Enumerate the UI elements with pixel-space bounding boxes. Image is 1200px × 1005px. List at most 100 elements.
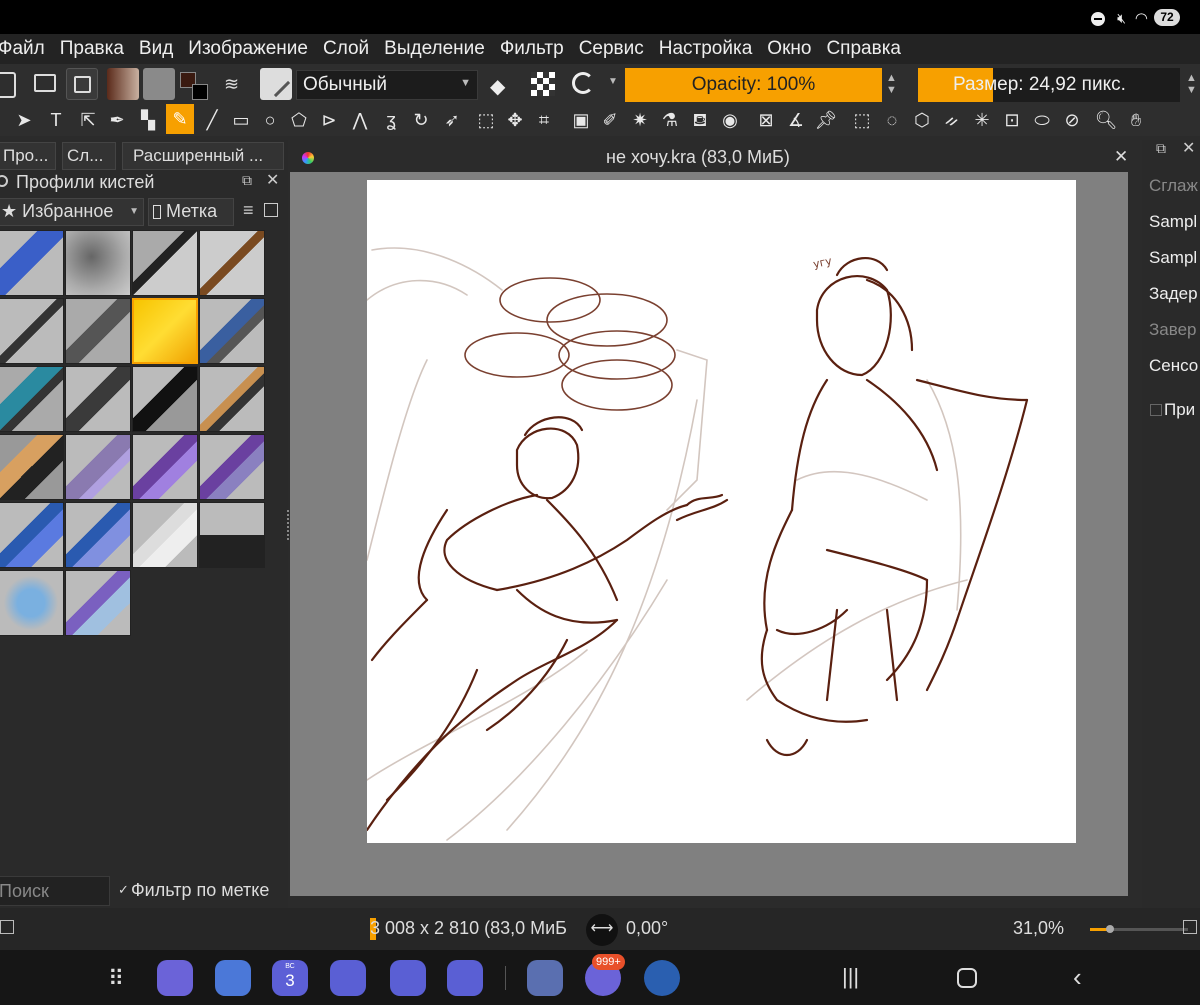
brush-editor-item[interactable]: Задер: [1149, 284, 1198, 304]
camera-app-icon[interactable]: [447, 960, 483, 996]
drawing-canvas[interactable]: угу: [367, 180, 1076, 843]
brush-preset-item[interactable]: [65, 298, 131, 364]
polygon-tool[interactable]: ⬠: [287, 108, 311, 132]
contiguous-select-tool[interactable]: ✳: [970, 108, 994, 132]
rect-select-tool[interactable]: ⬚: [850, 108, 874, 132]
polyline-tool[interactable]: ⊳: [317, 108, 341, 132]
zoom-slider[interactable]: [1090, 925, 1188, 933]
messages-app-icon[interactable]: [330, 960, 366, 996]
ellipse-select-tool[interactable]: ◌: [880, 108, 904, 132]
brush-preset-item[interactable]: [0, 502, 64, 568]
fill-tool[interactable]: ⚗: [658, 108, 682, 132]
transform-tool[interactable]: ⬚: [474, 108, 498, 132]
brush-preset-item[interactable]: [132, 502, 198, 568]
view-mode-icon[interactable]: ≡: [243, 200, 254, 221]
brush-preset-item[interactable]: [0, 570, 64, 636]
blend-mode-select[interactable]: Обычный ▼: [296, 70, 478, 100]
reference-tool[interactable]: 📌︎: [814, 108, 838, 132]
brush-editor-item[interactable]: Завер: [1149, 320, 1196, 340]
brush-preset-item[interactable]: [0, 298, 64, 364]
horizontal-scrollbar[interactable]: [290, 896, 1138, 906]
edit-shapes-tool[interactable]: ⇱: [76, 108, 100, 132]
bezier-tool[interactable]: ⋀: [348, 108, 372, 132]
home-nav-icon[interactable]: [957, 968, 977, 988]
brush-preset-item[interactable]: [132, 298, 198, 364]
back-nav-icon[interactable]: ‹: [1073, 962, 1082, 993]
rectangle-tool[interactable]: ▭: [229, 108, 253, 132]
search-input[interactable]: Поиск: [0, 876, 110, 906]
brush-size-slider[interactable]: Размер: 24,92 пикс.: [918, 68, 1180, 102]
tab-layers[interactable]: Сл...: [62, 142, 116, 170]
gradient-preset-button[interactable]: [107, 68, 139, 100]
filter-by-tag-checkbox[interactable]: ✓ Фильтр по метке: [116, 880, 286, 904]
float-docker-icon[interactable]: ⧉: [242, 172, 252, 189]
brush-preset-item[interactable]: [0, 366, 64, 432]
menu-item[interactable]: Окно: [767, 38, 811, 60]
left-splitter-handle[interactable]: [287, 510, 290, 540]
vertical-scrollbar[interactable]: [1128, 172, 1140, 896]
polygon-select-tool[interactable]: ⬡: [910, 108, 934, 132]
checkbox[interactable]: [1150, 404, 1162, 416]
brush-preset-item[interactable]: [65, 230, 131, 296]
brush-preset-item[interactable]: [199, 298, 265, 364]
game-app-icon[interactable]: [644, 960, 680, 996]
close-icon[interactable]: ✕: [1182, 138, 1195, 158]
freehand-path-tool[interactable]: ʓ: [379, 108, 403, 132]
zoom-icon[interactable]: 🔍︎: [1094, 108, 1118, 132]
alpha-lock-icon[interactable]: [531, 72, 555, 96]
docker-menu-icon[interactable]: [264, 203, 278, 217]
crop-tool[interactable]: ⌗: [532, 108, 556, 132]
brush-preset-item[interactable]: [65, 502, 131, 568]
pattern-preset-button[interactable]: [143, 68, 175, 100]
brush-preset-item[interactable]: [199, 434, 265, 500]
float-docker-icon[interactable]: ⧉: [1156, 140, 1166, 157]
freehand-brush-tool[interactable]: ✎: [166, 104, 194, 134]
rotation-button[interactable]: ⟷: [586, 914, 618, 946]
open-folder-button[interactable]: [34, 74, 56, 92]
color-picker-tool[interactable]: ✐: [598, 108, 622, 132]
opacity-slider[interactable]: Opacity: 100%: [625, 68, 882, 102]
brush-editor-item[interactable]: При: [1164, 400, 1195, 420]
pan-hand-icon[interactable]: ✋︎: [1124, 108, 1148, 132]
calligraphy-tool[interactable]: ✒: [105, 108, 129, 132]
menu-item[interactable]: Выделение: [384, 38, 485, 60]
brush-preset-button[interactable]: [260, 68, 292, 100]
new-document-button[interactable]: [0, 72, 16, 98]
brush-preset-item[interactable]: [199, 366, 265, 432]
background-color-swatch[interactable]: [192, 84, 208, 100]
menu-item[interactable]: Фильтр: [500, 38, 564, 60]
opacity-spin-icon[interactable]: ▲ ▼: [886, 72, 897, 96]
brush-editor-item[interactable]: Сглаж: [1149, 176, 1198, 196]
save-button[interactable]: [66, 68, 98, 100]
eraser-mode-icon[interactable]: ◆: [490, 74, 516, 98]
brush-preset-item[interactable]: [0, 434, 64, 500]
similar-select-tool[interactable]: ⊡: [1000, 108, 1024, 132]
canvas-viewport[interactable]: угу: [290, 172, 1138, 906]
select-shapes-tool[interactable]: ➤: [12, 108, 36, 132]
close-icon[interactable]: ✕: [1114, 147, 1128, 167]
tag-select[interactable]: ★ Избранное ▼: [0, 198, 144, 226]
brush-settings-icon[interactable]: ≋: [224, 74, 244, 94]
selection-indicator-icon[interactable]: [0, 920, 14, 934]
menu-item[interactable]: Сервис: [579, 38, 644, 60]
files-app-icon[interactable]: [215, 960, 251, 996]
measure-tool[interactable]: ∡: [784, 108, 808, 132]
ellipse-tool[interactable]: ○: [258, 108, 282, 132]
brush-preset-item[interactable]: [0, 230, 64, 296]
freehand-select-tool[interactable]: ᨀ: [940, 108, 964, 132]
brush-preset-item[interactable]: [199, 230, 265, 296]
brush-preset-item[interactable]: [132, 366, 198, 432]
multibrush-tool[interactable]: ➶: [440, 108, 464, 132]
app-drawer-icon[interactable]: ⠿: [108, 966, 124, 992]
menu-item[interactable]: Справка: [826, 38, 901, 60]
brush-editor-item[interactable]: Сенсо: [1149, 356, 1198, 376]
gradient-tool[interactable]: ▣: [569, 108, 593, 132]
brush-preset-item[interactable]: [65, 434, 131, 500]
reload-preset-icon[interactable]: [572, 72, 594, 94]
docker-lock-icon[interactable]: [0, 175, 8, 187]
perspective-grid-tool[interactable]: ⊠: [754, 108, 778, 132]
size-spin-icon[interactable]: ▲ ▼: [1186, 72, 1197, 96]
tag-button[interactable]: Метка: [148, 198, 234, 226]
smart-patch-tool[interactable]: ✷: [628, 108, 652, 132]
text-tool[interactable]: T: [44, 108, 68, 132]
